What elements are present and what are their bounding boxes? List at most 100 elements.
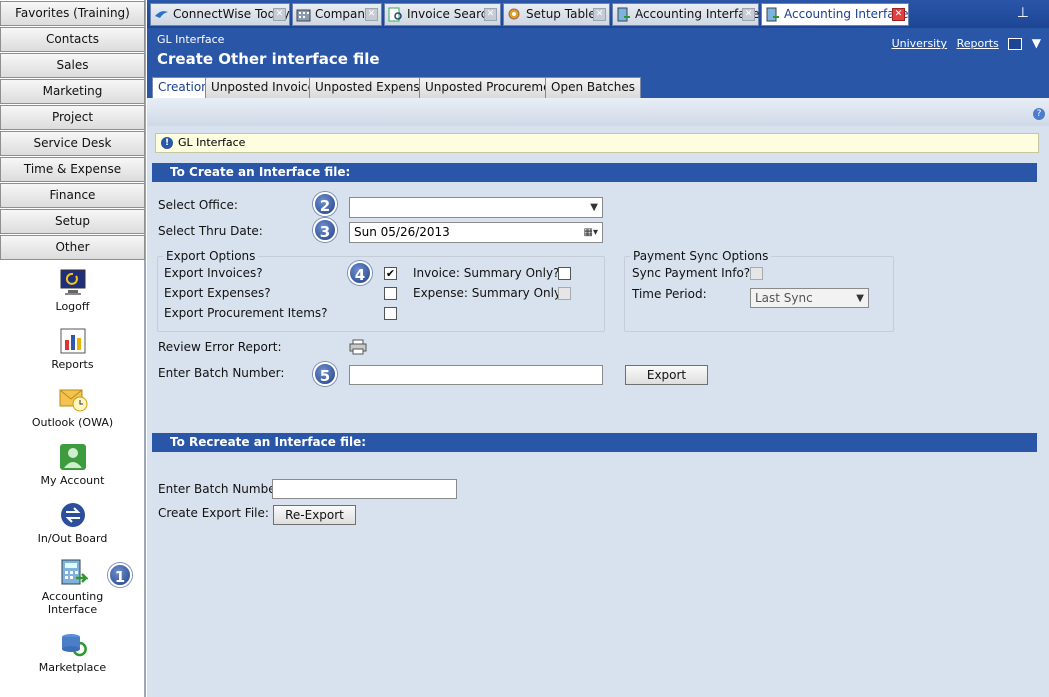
export-options-title: Export Options — [163, 249, 259, 263]
logoff-icon — [60, 269, 85, 295]
breadcrumb: GL Interface — [157, 33, 225, 46]
invoice-search-icon — [388, 7, 402, 22]
header-links: University Reports ▼ — [886, 36, 1041, 50]
tab-accounting-interface-active[interactable]: Accounting Interface ✕ — [761, 3, 909, 26]
callout-marker-3: 3 — [313, 218, 337, 242]
info-icon: ! — [161, 137, 173, 149]
sidebar-outlook-owa[interactable]: Outlook (OWA) — [0, 384, 145, 429]
main-panel: ConnectWise Today ✕ Company ✕ Invoice Se… — [147, 0, 1049, 697]
accounting-interface-label: Accounting Interface — [41, 590, 104, 616]
thru-date-label: Select Thru Date: — [158, 224, 263, 238]
tab-label: Invoice Search — [407, 7, 495, 21]
thru-date-value: Sun 05/26/2013 — [354, 225, 450, 239]
toolbar: ? — [147, 98, 1049, 126]
invoice-summary-label: Invoice: Summary Only? — [413, 266, 560, 280]
accounting-interface-icon — [61, 559, 88, 585]
close-icon[interactable]: ✕ — [365, 8, 378, 21]
thru-date-picker[interactable]: Sun 05/26/2013 ▦▾ — [349, 222, 603, 243]
inout-board-label: In/Out Board — [37, 532, 108, 545]
export-button[interactable]: Export — [625, 365, 708, 385]
nav-marketing[interactable]: Marketing — [0, 79, 145, 104]
nav-project[interactable]: Project — [0, 105, 145, 130]
tab-invoice-search[interactable]: Invoice Search ✕ — [384, 3, 501, 26]
sidebar-marketplace[interactable]: Marketplace — [0, 629, 145, 674]
nav-time-expense[interactable]: Time & Expense — [0, 157, 145, 182]
close-icon[interactable]: ✕ — [892, 8, 905, 21]
sub-tabs: Creation Unposted Invoices Unposted Expe… — [147, 76, 1049, 98]
marketplace-label: Marketplace — [38, 661, 107, 674]
export-invoices-label: Export Invoices? — [164, 266, 263, 280]
nav-setup[interactable]: Setup — [0, 209, 145, 234]
select-office-dropdown[interactable]: ▼ — [349, 197, 603, 218]
tab-accounting-interface-1[interactable]: Accounting Interface ✕ — [612, 3, 760, 26]
tab-bar: ConnectWise Today ✕ Company ✕ Invoice Se… — [147, 0, 1049, 28]
nav-finance[interactable]: Finance — [0, 183, 145, 208]
chevron-down-icon: ▼ — [590, 202, 598, 213]
tab-label: Accounting Interface — [784, 7, 909, 21]
expense-summary-label: Expense: Summary Only? — [413, 286, 568, 300]
tab-setup-tables[interactable]: Setup Tables ✕ — [503, 3, 610, 26]
reports-link[interactable]: Reports — [957, 37, 999, 50]
nav-other[interactable]: Other — [0, 235, 145, 260]
page-header: GL Interface Create Other interface file… — [147, 28, 1049, 76]
tab-label: Accounting Interface — [635, 7, 760, 21]
create-export-label: Create Export File: — [158, 506, 269, 520]
page-title: Create Other interface file — [157, 50, 380, 68]
sidebar-reports[interactable]: Reports — [0, 326, 145, 371]
company-icon — [296, 9, 311, 22]
tab-connectwise-today[interactable]: ConnectWise Today ✕ — [150, 3, 290, 26]
close-icon[interactable]: ✕ — [273, 8, 286, 21]
sidebar-my-account[interactable]: My Account — [0, 442, 145, 487]
tab-open-batches[interactable]: Open Batches — [545, 77, 641, 98]
reexport-button[interactable]: Re-Export — [273, 505, 356, 525]
sync-payment-label: Sync Payment Info? — [632, 266, 751, 280]
export-procurement-checkbox[interactable] — [384, 307, 397, 320]
export-procurement-label: Export Procurement Items? — [164, 306, 328, 320]
expense-summary-checkbox[interactable] — [558, 287, 571, 300]
invoice-summary-checkbox[interactable] — [558, 267, 571, 280]
batch-number-label: Enter Batch Number: — [158, 366, 285, 380]
my-account-icon — [59, 444, 86, 470]
calendar-icon[interactable]: ▦▾ — [584, 223, 598, 242]
accounting-interface-icon — [617, 7, 630, 22]
help-icon[interactable]: ? — [1033, 108, 1045, 120]
reports-label: Reports — [51, 358, 94, 371]
sidebar: Favorites (Training) Contacts Sales Mark… — [0, 0, 146, 697]
export-invoices-checkbox[interactable]: ✔ — [384, 267, 397, 280]
tab-label: Company — [315, 7, 373, 21]
nav-favorites-training[interactable]: Favorites (Training) — [0, 1, 145, 26]
university-link[interactable]: University — [892, 37, 948, 50]
create-section-header: To Create an Interface file: — [152, 163, 1037, 182]
tab-company[interactable]: Company ✕ — [292, 3, 382, 26]
select-office-label: Select Office: — [158, 198, 238, 212]
filter-icon[interactable]: ▼ — [1032, 36, 1041, 50]
outlook-icon — [59, 389, 87, 412]
chevron-down-icon: ▼ — [856, 293, 864, 304]
export-expenses-checkbox[interactable] — [384, 287, 397, 300]
callout-marker-1: 1 — [108, 563, 132, 587]
my-account-label: My Account — [40, 474, 105, 487]
review-error-label: Review Error Report: — [158, 340, 282, 354]
close-icon[interactable]: ✕ — [484, 8, 497, 21]
batch-number-input[interactable] — [349, 365, 603, 385]
nav-contacts[interactable]: Contacts — [0, 27, 145, 52]
sidebar-logoff[interactable]: Logoff — [0, 268, 145, 313]
marketplace-icon — [61, 634, 87, 657]
layout-icon[interactable] — [1008, 38, 1023, 50]
close-icon[interactable]: ✕ — [742, 8, 755, 21]
sync-payment-checkbox[interactable] — [750, 267, 763, 280]
nav-sales[interactable]: Sales — [0, 53, 145, 78]
pin-icon[interactable]: ⊥ — [1017, 5, 1029, 21]
accounting-interface-icon — [766, 7, 779, 22]
export-expenses-label: Export Expenses? — [164, 286, 271, 300]
sidebar-inout-board[interactable]: In/Out Board — [0, 500, 145, 545]
info-text: GL Interface — [178, 136, 246, 149]
recreate-batch-input[interactable] — [272, 479, 457, 499]
time-period-value: Last Sync — [755, 291, 813, 305]
time-period-dropdown[interactable]: Last Sync ▼ — [750, 288, 869, 308]
close-icon[interactable]: ✕ — [593, 8, 606, 21]
nav-service-desk[interactable]: Service Desk — [0, 131, 145, 156]
gear-icon — [508, 8, 520, 20]
inout-board-icon — [60, 503, 85, 527]
printer-icon[interactable] — [349, 339, 367, 355]
